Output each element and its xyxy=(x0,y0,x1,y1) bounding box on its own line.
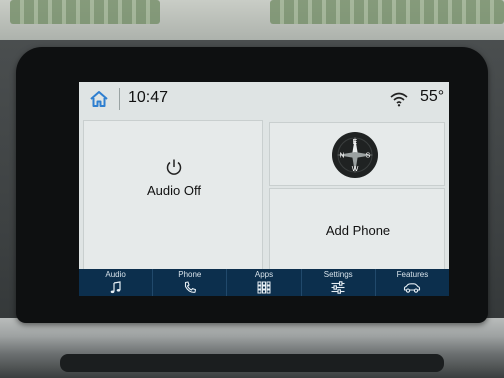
wifi-icon xyxy=(390,91,408,107)
compass-tile[interactable]: E N S W xyxy=(269,122,445,186)
music-note-icon xyxy=(109,281,123,294)
apps-grid-icon xyxy=(257,281,271,294)
home-icon[interactable] xyxy=(89,89,109,109)
air-vent xyxy=(60,354,444,372)
infotainment-screen: 10:47 55° Audio Off E N S W Add Phone Au… xyxy=(79,82,449,296)
compass-letter-n: N xyxy=(339,153,344,160)
nav-item-label: Audio xyxy=(105,270,126,279)
status-bar: 10:47 55° xyxy=(79,82,449,116)
car-icon xyxy=(403,281,421,294)
add-phone-tile[interactable]: Add Phone xyxy=(269,188,445,270)
nav-item-phone[interactable]: Phone xyxy=(153,269,228,296)
nav-item-audio[interactable]: Audio xyxy=(79,269,154,296)
clock: 10:47 xyxy=(128,89,169,106)
foliage-reflection xyxy=(270,0,504,24)
add-phone-label: Add Phone xyxy=(325,223,391,238)
status-divider xyxy=(119,88,120,110)
phone-icon xyxy=(183,281,197,294)
audio-tile[interactable]: Audio Off xyxy=(83,120,263,270)
nav-item-label: Apps xyxy=(254,270,274,279)
nav-item-features[interactable]: Features xyxy=(376,269,449,296)
outside-temperature: 55° xyxy=(420,88,445,105)
nav-item-label: Features xyxy=(396,270,429,279)
nav-item-apps[interactable]: Apps xyxy=(227,269,302,296)
nav-item-label: Settings xyxy=(323,270,353,279)
nav-item-label: Phone xyxy=(178,270,202,279)
compass-letter-e: E xyxy=(353,139,358,146)
compass-icon: E N S W xyxy=(331,131,379,179)
foliage-reflection xyxy=(10,0,160,24)
bottom-nav-bar: Audio Phone Apps Settings Features xyxy=(79,269,449,296)
compass-letter-w: W xyxy=(352,166,359,173)
sliders-icon xyxy=(331,281,345,294)
nav-item-settings[interactable]: Settings xyxy=(302,269,376,296)
audio-status-label: Audio Off xyxy=(147,183,201,198)
power-icon xyxy=(164,157,184,177)
compass-letter-s: S xyxy=(366,153,371,160)
dashboard-trim xyxy=(0,318,504,378)
